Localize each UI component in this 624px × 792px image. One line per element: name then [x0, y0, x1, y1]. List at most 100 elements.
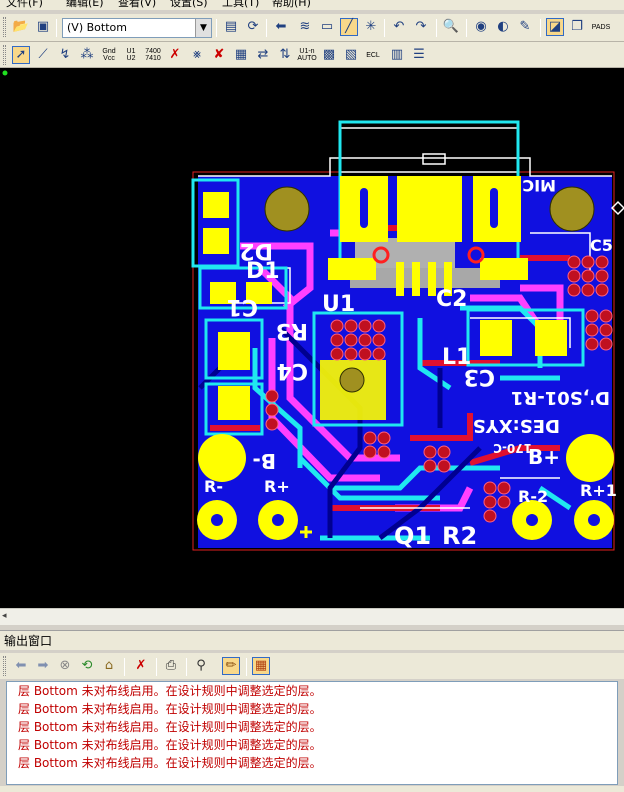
menu-settings[interactable]: 设置(S) — [170, 0, 208, 9]
grid-view-icon[interactable]: ▦ — [252, 657, 270, 675]
auto-label: AUTO — [297, 55, 317, 62]
auto-pin-icon[interactable]: ▧ — [342, 46, 360, 64]
brush-icon[interactable]: ✎ — [516, 18, 534, 36]
u1-u2-button[interactable]: U1 U2 — [122, 46, 140, 64]
label-c1: C1 — [227, 294, 258, 319]
select-window-icon[interactable]: ◪ — [546, 18, 564, 36]
route-mode-icon[interactable]: ╱ — [340, 18, 358, 36]
open-icon[interactable]: 📂 — [12, 18, 30, 36]
toolbar-separator — [246, 658, 247, 676]
part-number-button[interactable]: 7400 7410 — [144, 46, 162, 64]
forward-arrow-icon[interactable]: ➡ — [34, 657, 52, 675]
label-u1: U1 — [322, 292, 355, 317]
clear-icon[interactable]: ✗ — [132, 657, 150, 675]
label-b-plus: B+ — [528, 445, 560, 469]
swap-pins-icon[interactable]: ⨳ — [188, 46, 206, 64]
pads-icon[interactable]: PADS — [592, 18, 611, 36]
cursor-view-icon[interactable]: ◐ — [494, 18, 512, 36]
scroll-left-icon[interactable]: ◂ — [2, 611, 7, 621]
zoom-box-icon[interactable]: ◉ — [472, 18, 490, 36]
save-icon[interactable]: ▣ — [34, 18, 52, 36]
output-message[interactable]: 层 Bottom 未对布线启用。在设计规则中调整选定的层。 — [7, 718, 617, 736]
menu-edit[interactable]: 编辑(E) — [66, 0, 104, 9]
design-toolbar: ➚ ⟋ ↯ ⁂ Gnd Vcc U1 U2 7400 7410 ✗ ⨳ ✘ ▦ ⇄ ⇅… — [0, 42, 624, 68]
output-message-list[interactable]: 层 Bottom 未对布线启用。在设计规则中调整选定的层。 层 Bottom 未… — [6, 681, 618, 785]
route-auto-label: U1-n — [299, 48, 315, 55]
route-auto-button[interactable]: U1-n AUTO — [297, 46, 317, 64]
label-c4: C4 — [277, 358, 308, 383]
windows-icon[interactable]: ❐ — [568, 18, 586, 36]
vcc-label: Vcc — [103, 55, 115, 62]
report-icon[interactable]: ☰ — [410, 46, 428, 64]
undo-icon[interactable]: ↶ — [390, 18, 408, 36]
output-message[interactable]: 层 Bottom 未对布线启用。在设计规则中调整选定的层。 — [7, 754, 617, 772]
label-c3: C3 — [464, 364, 495, 389]
dimension-toolbar-icon[interactable]: ▭ — [318, 18, 336, 36]
menu-help[interactable]: 帮助(H) — [272, 0, 311, 9]
length-icon[interactable]: ⇅ — [276, 46, 294, 64]
redraw-icon[interactable]: ⟳ — [244, 18, 262, 36]
design-toolbar-icon[interactable]: ⬅ — [272, 18, 290, 36]
pcb-board[interactable]: D2 D1 C1 U1 C2 L1 C5 MIC R3 C4 C3 D',S01… — [0, 68, 624, 608]
redo-icon[interactable]: ↷ — [412, 18, 430, 36]
edit-pencil-icon[interactable]: ✏ — [222, 657, 240, 675]
pcb-canvas[interactable]: D2 D1 C1 U1 C2 L1 C5 MIC R3 C4 C3 D',S01… — [0, 68, 624, 608]
label-r-minus: R- — [204, 477, 223, 496]
menu-file[interactable]: 文件(F) — [6, 0, 43, 9]
label-c5: C5 — [590, 236, 613, 255]
status-bar — [0, 786, 624, 792]
print-icon[interactable]: ⎙ — [162, 657, 180, 675]
toolbar-separator — [156, 658, 157, 676]
layer-select[interactable]: (V) Bottom ▼ — [62, 18, 212, 38]
horizontal-scrollbar[interactable]: ◂ — [0, 608, 624, 625]
select-arrow-icon[interactable]: ➚ — [12, 46, 30, 64]
add-route-icon[interactable]: ⟋ — [34, 46, 52, 64]
label-c2: C2 — [436, 287, 467, 312]
label-r-plus: R+ — [264, 477, 290, 496]
menu-tools[interactable]: 工具(T) — [222, 0, 259, 9]
component-icon[interactable]: ▦ — [232, 46, 250, 64]
toolbar-separator — [466, 19, 467, 37]
gnd-vcc-button[interactable]: Gnd Vcc — [100, 46, 118, 64]
label-nums: 170-C — [493, 441, 532, 455]
standard-toolbar: 📂 ▣ (V) Bottom ▼ ▤ ⟳ ⬅ ≋ ▭ ╱ ✳ ↶ ↷ 🔍 ◉ ◐… — [0, 14, 624, 42]
toolbar-grip[interactable] — [3, 45, 6, 65]
stop-icon[interactable]: ⊗ — [56, 657, 74, 675]
zoom-icon[interactable]: 🔍 — [442, 18, 460, 36]
chevron-down-icon[interactable]: ▼ — [195, 19, 211, 37]
toolbar-grip[interactable] — [3, 17, 6, 37]
label-r1-plus: R+1 — [580, 481, 617, 500]
toolbar-separator — [266, 19, 267, 37]
swap-gates-icon[interactable]: ⇄ — [254, 46, 272, 64]
home-icon[interactable]: ⌂ — [100, 657, 118, 675]
toolbar-separator — [124, 658, 125, 676]
toolbar-grip[interactable] — [3, 656, 6, 676]
route-toolbar-icon[interactable]: ≋ — [296, 18, 314, 36]
ecl-button[interactable]: ECL — [364, 46, 382, 64]
output-message[interactable]: 层 Bottom 未对布线启用。在设计规则中调整选定的层。 — [7, 700, 617, 718]
output-window-title: 输出窗口 — [0, 630, 624, 650]
label-d1: D1 — [246, 259, 280, 284]
dynamic-route-icon[interactable]: ↯ — [56, 46, 74, 64]
toolbar-separator — [384, 19, 385, 37]
eco-toolbar-icon[interactable]: ✳ — [362, 18, 380, 36]
auto-place-icon[interactable]: ▩ — [320, 46, 338, 64]
toolbar-separator — [436, 19, 437, 37]
output-toolbar: ⬅ ➡ ⊗ ⟲ ⌂ ✗ ⎙ ⚲ ✏ ▦ — [0, 653, 624, 679]
autoroute-icon[interactable]: ⁂ — [78, 46, 96, 64]
menu-view[interactable]: 查看(V) — [118, 0, 156, 9]
toolbar-separator — [216, 19, 217, 37]
properties-icon[interactable]: ▤ — [222, 18, 240, 36]
net-list-icon[interactable]: ▥ — [388, 46, 406, 64]
label-r2: R2 — [442, 522, 477, 550]
delete-connection-icon[interactable]: ✘ — [210, 46, 228, 64]
output-message[interactable]: 层 Bottom 未对布线启用。在设计规则中调整选定的层。 — [7, 736, 617, 754]
output-message[interactable]: 层 Bottom 未对布线启用。在设计规则中调整选定的层。 — [7, 682, 617, 700]
refresh-icon[interactable]: ⟲ — [78, 657, 96, 675]
part-7400-label: 7400 — [145, 48, 161, 55]
pcb-editor-window: 文件(F) 编辑(E) 查看(V) 设置(S) 工具(T) 帮助(H) 📂 ▣ … — [0, 0, 624, 792]
origin-marker — [2, 70, 8, 76]
find-icon[interactable]: ⚲ — [192, 657, 210, 675]
back-arrow-icon[interactable]: ⬅ — [12, 657, 30, 675]
delete-net-icon[interactable]: ✗ — [166, 46, 184, 64]
